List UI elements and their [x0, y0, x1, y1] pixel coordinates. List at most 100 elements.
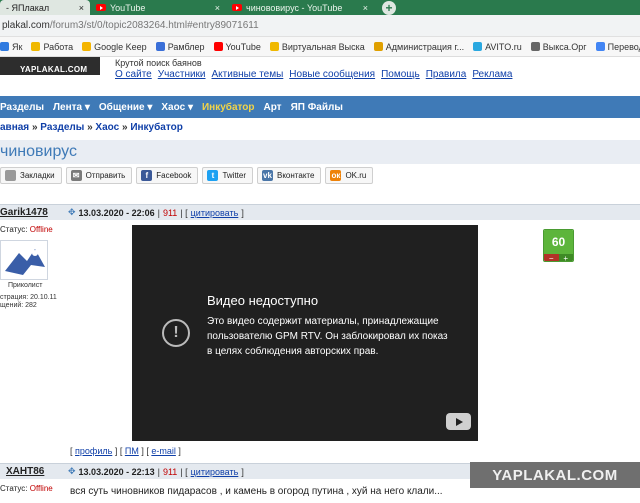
bookmark-item[interactable]: Администрация г... — [373, 42, 464, 52]
author-registration: страция: 20.10.11 — [0, 294, 57, 301]
menu-item[interactable]: Лента ▾ — [53, 102, 90, 113]
status-badge: Offline — [29, 225, 53, 234]
site-nav-link[interactable]: Реклама — [472, 69, 512, 80]
address-bar[interactable]: plakal.com/forum3/st/0/topic2083264.html… — [0, 15, 640, 37]
post-link-icon[interactable]: ✥ — [68, 466, 76, 477]
email-link[interactable]: e-mail — [151, 446, 176, 456]
breadcrumb-chaos[interactable]: Хаос — [95, 122, 119, 133]
ok-icon: ок — [330, 169, 342, 181]
post-link-icon[interactable]: ✥ — [68, 207, 76, 218]
video-unavailable-text: Это видео содержит материалы, принадлежа… — [207, 316, 448, 357]
bookmark-icon — [595, 42, 605, 51]
breadcrumb-incubator[interactable]: Инкубатор — [130, 122, 183, 133]
bookmark-icon — [269, 42, 279, 51]
profile-link[interactable]: профиль — [75, 446, 112, 456]
menu-item[interactable]: Общение ▾ — [99, 102, 153, 113]
site-nav-link[interactable]: Активные темы — [212, 69, 284, 80]
menu-item[interactable]: Арт — [263, 102, 281, 113]
author-rank: Приколист — [8, 282, 43, 289]
bookmark-item[interactable]: Работа — [31, 42, 73, 52]
bookmark-item[interactable]: YouTube — [213, 42, 261, 52]
bookmark-item[interactable]: Google Keep — [82, 42, 147, 52]
main-menu: Разделы Лента ▾ Общение ▾ Хаос ▾ Инкубатор Ар… — [0, 96, 640, 118]
bookmark-icon — [373, 42, 383, 51]
youtube-icon — [232, 4, 242, 11]
post-text: вся суть чиновников пидарасов , и камень… — [70, 486, 443, 497]
url-text[interactable]: plakal.com/forum3/st/0/topic2083264.html… — [2, 20, 259, 31]
bookmark-item[interactable]: AVITO.ru — [473, 42, 522, 52]
share-button[interactable]: vk Вконтакте — [257, 166, 322, 184]
close-icon[interactable]: × — [215, 3, 220, 13]
bookmark-item[interactable]: Рамблер — [155, 42, 205, 52]
site-nav-link[interactable]: Новые сообщения — [289, 69, 375, 80]
post-header: Garik1478 ✥ 13.03.2020 - 22:06 | 911 | [… — [0, 204, 640, 220]
close-icon[interactable]: × — [363, 3, 368, 13]
share-button[interactable]: ✉ Отправить — [65, 166, 133, 184]
menu-item[interactable]: ЯП Файлы — [291, 102, 343, 113]
bookmark-icon — [31, 42, 41, 51]
vk-icon: vk — [262, 169, 273, 181]
site-nav-link[interactable]: О сайте — [115, 69, 152, 80]
bookmark-item[interactable]: Выкса.Орг — [530, 42, 587, 52]
post-date: 13.03.2020 - 22:13 — [78, 466, 155, 477]
menu-item[interactable]: Хаос ▾ — [161, 102, 193, 113]
post-author[interactable]: ХАНТ86 — [6, 466, 44, 477]
site-logo[interactable]: YAPLAKAL.COM — [0, 57, 100, 75]
bookmark-icon — [530, 42, 540, 51]
share-button[interactable]: ок OK.ru — [325, 166, 374, 184]
pm-link[interactable]: ПМ — [125, 446, 139, 456]
rating-minus-button[interactable]: − — [544, 254, 559, 261]
bookmark-icon — [5, 169, 16, 181]
bookmark-icon — [0, 42, 9, 51]
avatar[interactable] — [0, 240, 48, 280]
bookmark-icon — [155, 42, 165, 51]
menu-item[interactable]: Инкубатор — [202, 102, 255, 113]
tab-yaplakal[interactable]: - ЯПлакал × — [0, 0, 90, 15]
breadcrumb-home[interactable]: авная — [0, 122, 29, 133]
tab-youtube[interactable]: YouTube × — [90, 0, 226, 15]
post-number[interactable]: 911 — [163, 467, 177, 477]
post-date: 13.03.2020 - 22:06 — [78, 207, 155, 218]
breadcrumb-sections[interactable]: Разделы — [40, 122, 84, 133]
bookmark-item[interactable]: Переводчик Google — [595, 42, 640, 52]
quote-link[interactable]: цитировать — [191, 208, 239, 218]
share-button[interactable]: f Facebook — [136, 166, 199, 184]
rating-value: 60 — [544, 230, 573, 254]
author-messages: щений: 282 — [0, 302, 37, 309]
bookmark-icon — [213, 42, 223, 51]
rating-plus-button[interactable]: + — [558, 254, 573, 261]
video-unavailable-title: Видео недоступно — [207, 293, 319, 308]
bookmark-item[interactable]: Виртуальная Выска — [269, 42, 365, 52]
menu-item[interactable]: Разделы — [0, 102, 44, 113]
quote-link[interactable]: цитировать — [191, 467, 239, 477]
author-status: Статус: Offline — [0, 484, 53, 493]
site-nav-link[interactable]: Правила — [426, 69, 467, 80]
post-rating: 60 − + — [543, 229, 574, 262]
post-meta: ✥ 13.03.2020 - 22:13 | 911 | [ цитироват… — [68, 466, 244, 477]
share-bar: Закладки ✉ Отправить f Facebook t Twitter vk Вко… — [0, 164, 640, 186]
tab-chinovovirus[interactable]: чинововирус - YouTube × — [226, 0, 374, 15]
post-number[interactable]: 911 — [163, 208, 177, 218]
bookmark-item[interactable]: Як — [0, 42, 22, 52]
topic-title-bar: чиновирус — [0, 140, 640, 164]
post-meta: ✥ 13.03.2020 - 22:06 | 911 | [ цитироват… — [68, 207, 244, 218]
close-icon[interactable]: × — [79, 3, 84, 13]
share-button[interactable]: Закладки — [0, 166, 62, 184]
new-tab-icon[interactable]: + — [382, 1, 396, 15]
post-links: [ профиль ] [ ПМ ] [ e-mail ] — [70, 446, 181, 456]
video-player[interactable]: ! Видео недоступно Это видео содержит ма… — [132, 225, 478, 441]
post-author[interactable]: Garik1478 — [0, 207, 48, 218]
bookmark-icon — [82, 42, 92, 51]
youtube-logo-icon[interactable] — [446, 413, 471, 430]
page-title: чиновирус — [0, 143, 77, 160]
bookmarks-bar: Як Работа Google Keep Рамблер YouTube Виртуал… — [0, 37, 640, 57]
breadcrumb: авная » Разделы » Хаос » Инкубатор — [0, 122, 183, 133]
site-nav: О сайте Участники Активные темы Новые сообщ… — [115, 69, 512, 80]
twitter-icon: t — [207, 169, 219, 181]
share-button[interactable]: t Twitter — [202, 166, 253, 184]
site-nav-link[interactable]: Помощь — [381, 69, 420, 80]
logo-text: YAPLAKAL.COM — [20, 65, 88, 74]
tab-strip: - ЯПлакал × YouTube × чинововирус - YouT… — [0, 0, 640, 15]
youtube-icon — [96, 4, 106, 11]
site-nav-link[interactable]: Участники — [158, 69, 206, 80]
